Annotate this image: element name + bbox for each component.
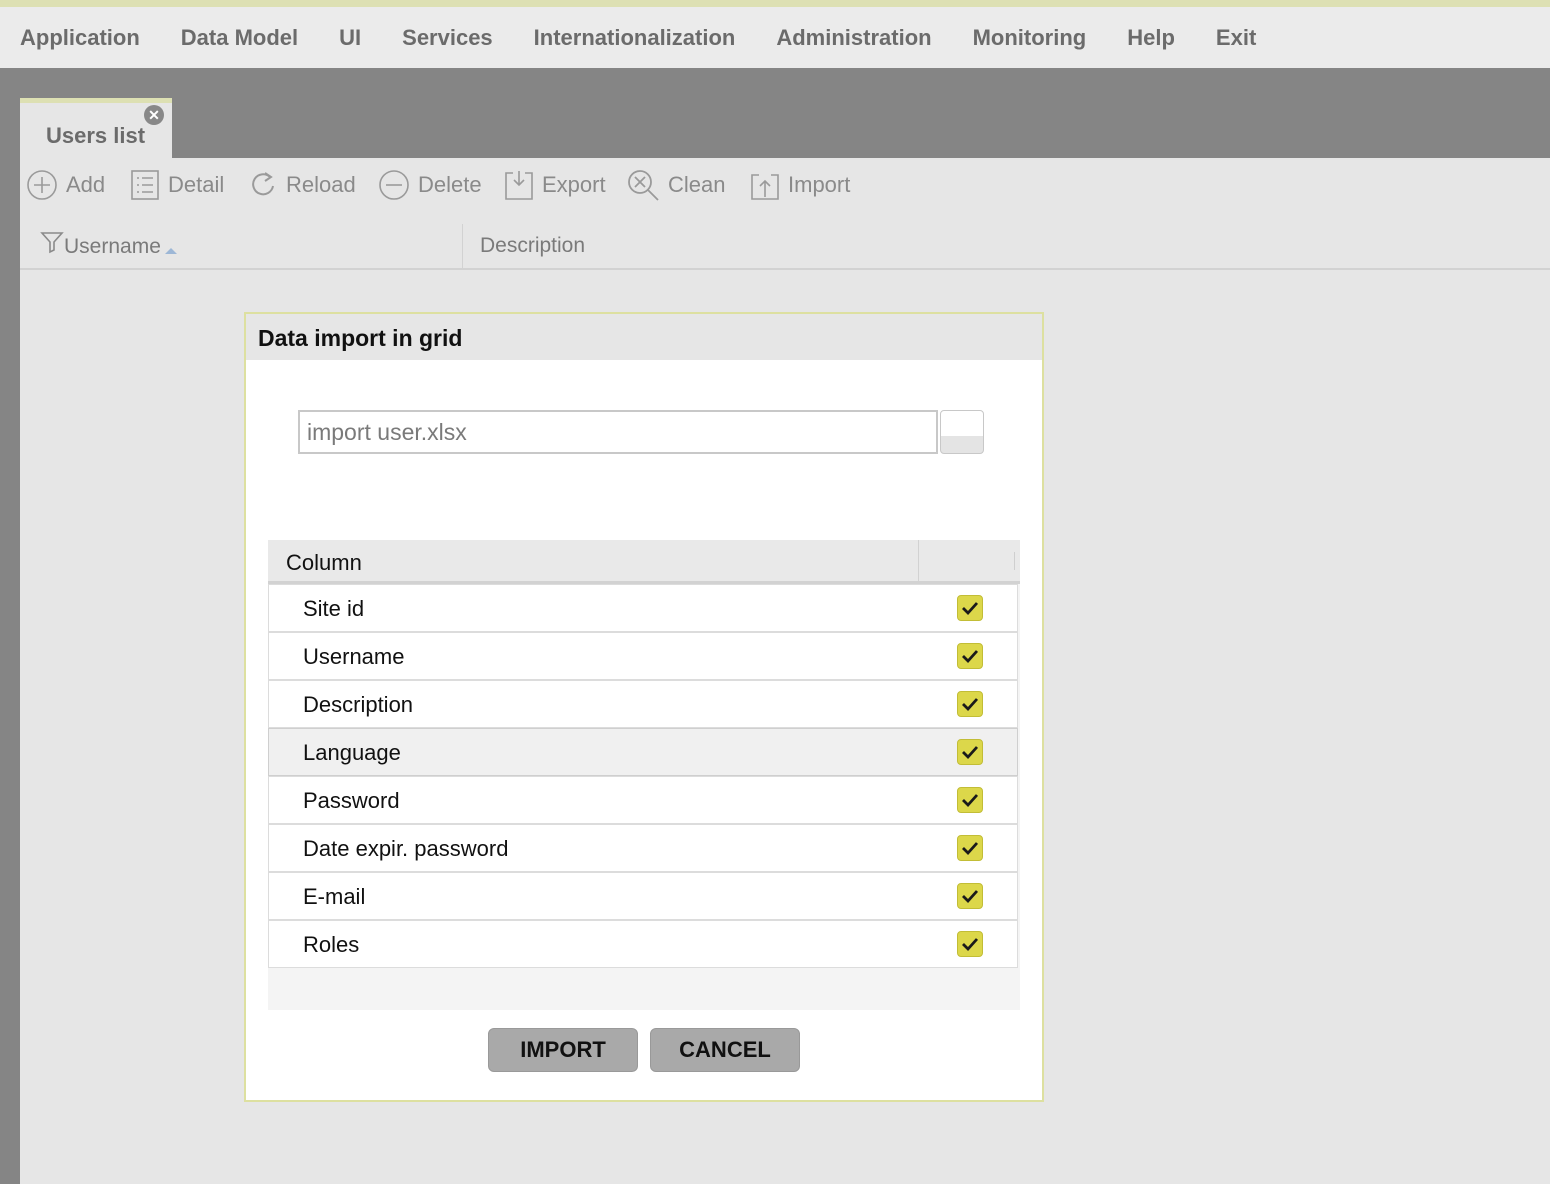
file-path-input[interactable] [298, 410, 938, 454]
detail-list-icon [131, 170, 159, 200]
check-icon [962, 938, 979, 952]
column-row-label: Password [303, 788, 400, 813]
sort-ascending-icon [164, 248, 177, 254]
users-grid-header: Username Description [20, 224, 1550, 270]
include-checkbox[interactable] [957, 643, 983, 669]
check-icon [962, 890, 979, 904]
include-checkbox[interactable] [957, 835, 983, 861]
column-row-label: Site id [303, 596, 365, 621]
column-row-label: Description [303, 692, 414, 717]
add-button[interactable]: Add [26, 168, 105, 202]
username-header-label: Username [64, 235, 161, 258]
export-icon [505, 171, 533, 200]
column-header-description[interactable]: Description [480, 234, 585, 258]
include-checkbox[interactable] [957, 595, 983, 621]
menu-data-model[interactable]: Data Model [161, 25, 319, 51]
clean-button[interactable]: Clean [626, 168, 725, 202]
reload-label: Reload [286, 172, 356, 197]
menu-ui[interactable]: UI [319, 25, 382, 51]
delete-icon [379, 170, 409, 200]
include-checkbox[interactable] [957, 931, 983, 957]
delete-label: Delete [418, 172, 482, 197]
menu-monitoring[interactable]: Monitoring [953, 25, 1108, 51]
column-row[interactable]: Password [268, 776, 1018, 824]
include-checkbox[interactable] [957, 787, 983, 813]
reload-icon [252, 172, 274, 196]
check-icon [962, 698, 979, 712]
tab-users-list[interactable]: Users list ✕ [20, 98, 172, 158]
close-icon[interactable]: ✕ [144, 105, 164, 125]
browse-button[interactable] [940, 410, 984, 454]
add-label: Add [66, 172, 106, 197]
column-row-selected[interactable]: Language [268, 728, 1018, 776]
column-row[interactable]: Roles [268, 920, 1018, 968]
detail-button[interactable]: Detail [130, 168, 224, 202]
export-button[interactable]: Export [504, 168, 606, 202]
delete-button[interactable]: Delete [378, 168, 482, 202]
export-label: Export [542, 172, 606, 197]
dialog-title: Data import in grid [246, 314, 1042, 360]
include-checkbox[interactable] [957, 691, 983, 717]
check-icon [962, 794, 979, 808]
check-icon [962, 746, 979, 760]
import-confirm-button[interactable]: IMPORT [488, 1028, 638, 1072]
column-selection-grid: Column Site id Username Description Lang… [268, 540, 1020, 1010]
column-resize-handle[interactable] [1014, 552, 1015, 570]
column-row[interactable]: Username [268, 632, 1018, 680]
main-menu-bar: Application Data Model UI Services Inter… [0, 7, 1550, 68]
reload-button[interactable]: Reload [248, 168, 356, 202]
include-checkbox[interactable] [957, 739, 983, 765]
top-accent-stripe [0, 0, 1550, 7]
column-row-label: Username [303, 644, 405, 669]
check-icon [962, 842, 979, 856]
column-row-label: Language [303, 740, 401, 765]
include-checkbox[interactable] [957, 883, 983, 909]
column-header-username[interactable]: Username [40, 232, 178, 262]
tab-label: Users list [46, 123, 146, 148]
import-icon [751, 174, 779, 200]
column-header-label: Column [286, 550, 362, 575]
menu-exit[interactable]: Exit [1196, 25, 1277, 51]
import-label: Import [788, 172, 851, 197]
column-row-label: E-mail [303, 884, 366, 909]
menu-administration[interactable]: Administration [756, 25, 952, 51]
import-button[interactable]: Import [750, 168, 850, 202]
import-dialog: Data import in grid Column Site id Usern… [244, 312, 1044, 1102]
header-separator [462, 224, 463, 268]
tab-bar [20, 68, 1550, 158]
column-grid-header: Column [268, 540, 1020, 584]
detail-label: Detail [168, 172, 225, 197]
column-header-separator [918, 540, 919, 581]
menu-help[interactable]: Help [1107, 25, 1196, 51]
menu-application[interactable]: Application [0, 25, 161, 51]
check-icon [962, 650, 979, 664]
cancel-button[interactable]: CANCEL [650, 1028, 800, 1072]
menu-services[interactable]: Services [382, 25, 514, 51]
add-icon [27, 170, 57, 200]
column-row-label: Date expir. password [303, 836, 509, 861]
column-row[interactable]: E-mail [268, 872, 1018, 920]
left-frame-border [0, 68, 20, 1184]
column-row-label: Roles [303, 932, 360, 957]
grid-toolbar: Add Detail Reload Delete Export Clean Im… [20, 158, 1550, 220]
column-row[interactable]: Description [268, 680, 1018, 728]
check-icon [962, 602, 979, 616]
clean-label: Clean [668, 172, 726, 197]
clean-icon [628, 170, 659, 201]
menu-internationalization[interactable]: Internationalization [514, 25, 757, 51]
filter-icon[interactable] [40, 230, 64, 254]
column-row[interactable]: Date expir. password [268, 824, 1018, 872]
column-row[interactable]: Site id [268, 584, 1018, 632]
